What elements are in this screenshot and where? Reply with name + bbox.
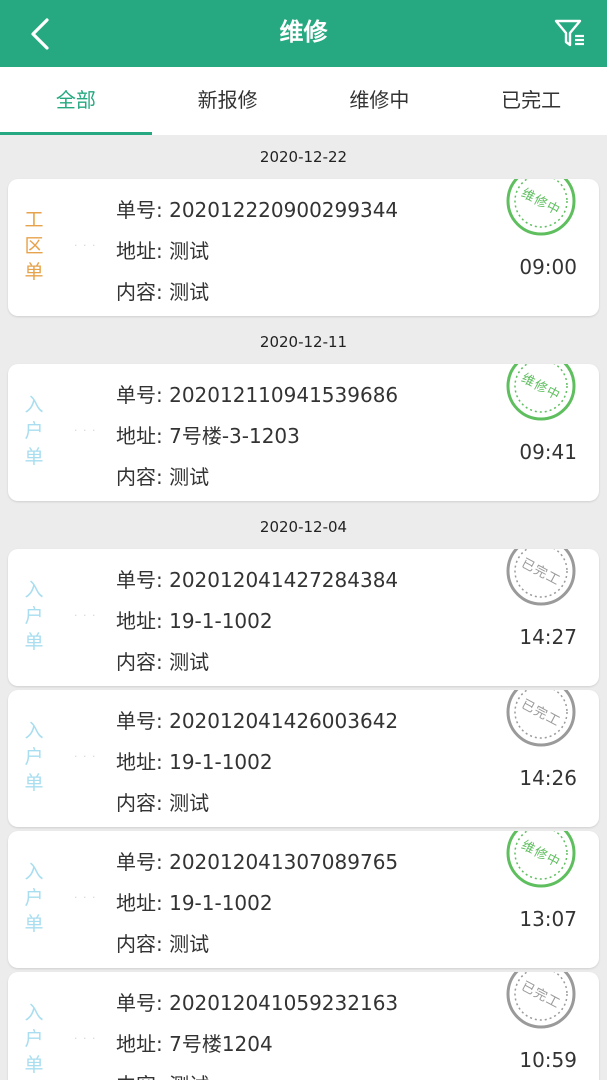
order-number: 单号: 202012041059232163 [116,991,399,1015]
repair-order-card[interactable]: 入户单 · · · 单号: 202012110941539686 地址: 7号楼-3-… [8,364,599,501]
order-content: 内容: 测试 [116,1066,398,1080]
completed-stamp-icon: 已完工 [506,549,576,606]
page-title: 维修 [279,18,328,46]
completed-stamp-icon: 已完工 [506,972,576,1029]
separator-dots: · · · [74,750,97,763]
separator-dots: · · · [74,239,97,252]
date-header: 2020-12-04 [259,518,348,536]
order-time: 14:27 [519,625,577,649]
order-time: 09:41 [519,440,577,464]
order-type-label: 入户单 [24,579,44,653]
order-number: 单号: 202012041426003642 [116,709,399,733]
tab-all[interactable]: 全部 [0,67,152,135]
order-address: 地址: 19-1-1002 [116,750,273,774]
order-address: 地址: 7号楼1204 [116,1032,273,1056]
repair-order-card[interactable]: 入户单 · · · 单号: 202012041307089765 地址: 19-1-1… [8,831,599,968]
order-address: 地址: 19-1-1002 [116,609,273,633]
order-content: 内容: 测试 [116,791,210,815]
order-content: 内容: 测试 [116,650,210,674]
order-time: 09:00 [519,255,577,279]
separator-dots: · · · [74,609,97,622]
order-number: 单号: 202012041427284384 [116,568,399,592]
order-time: 14:26 [519,766,577,790]
status-tabs: 全部 新报修 维修中 已完工 [0,67,607,135]
order-content: 内容: 测试 [116,932,210,956]
order-address: 地址: 7号楼-3-1203 [116,424,300,448]
order-address: 地址: 测试 [116,239,210,263]
order-type-label: 入户单 [24,394,44,468]
tab-new-repair[interactable]: 新报修 [152,67,304,135]
repair-order-card[interactable]: 入户单 · · · 单号: 202012041426003642 地址: 19-1-1… [8,690,599,827]
order-time: 10:59 [519,1048,577,1072]
repair-order-card[interactable]: 工区单 · · · 单号: 202012220900299344 地址: 测试 内容: … [8,179,599,316]
order-time: 13:07 [519,907,577,931]
order-type-label: 入户单 [24,861,44,935]
date-header: 2020-12-11 [259,333,348,351]
in-repair-stamp-icon: 维修中 [506,364,576,421]
in-repair-stamp-icon: 维修中 [506,179,576,236]
order-type-label: 工区单 [24,209,44,283]
tab-in-repair[interactable]: 维修中 [304,67,456,135]
order-type-label: 入户单 [24,1002,44,1076]
order-number: 单号: 202012220900299344 [116,198,399,222]
filter-button[interactable] [553,16,587,50]
separator-dots: · · · [74,1032,97,1045]
in-repair-stamp-icon: 维修中 [506,831,576,888]
order-address: 地址: 19-1-1002 [116,891,273,915]
order-content: 内容: 测试 [116,280,210,304]
tab-completed[interactable]: 已完工 [455,67,607,135]
order-list: 2020-12-22 工区单 · · · 单号: 202012220900299344… [0,135,607,1080]
order-number: 单号: 202012110941539686 [116,383,399,407]
completed-stamp-icon: 已完工 [506,690,576,747]
order-content: 内容: 测试 [116,465,210,489]
repair-order-card[interactable]: 入户单 · · · 单号: 202012041427284384 地址: 19-1-1… [8,549,599,686]
order-type-label: 入户单 [24,720,44,794]
filter-icon [554,19,584,47]
repair-order-card[interactable]: 入户单 · · · 单号: 202012041059232163 地址: 7号楼120… [8,972,599,1080]
date-header: 2020-12-22 [259,148,348,166]
order-number: 单号: 202012041307089765 [116,850,399,874]
app-header: 维修 [0,0,607,67]
separator-dots: · · · [74,424,97,437]
separator-dots: · · · [74,891,97,904]
